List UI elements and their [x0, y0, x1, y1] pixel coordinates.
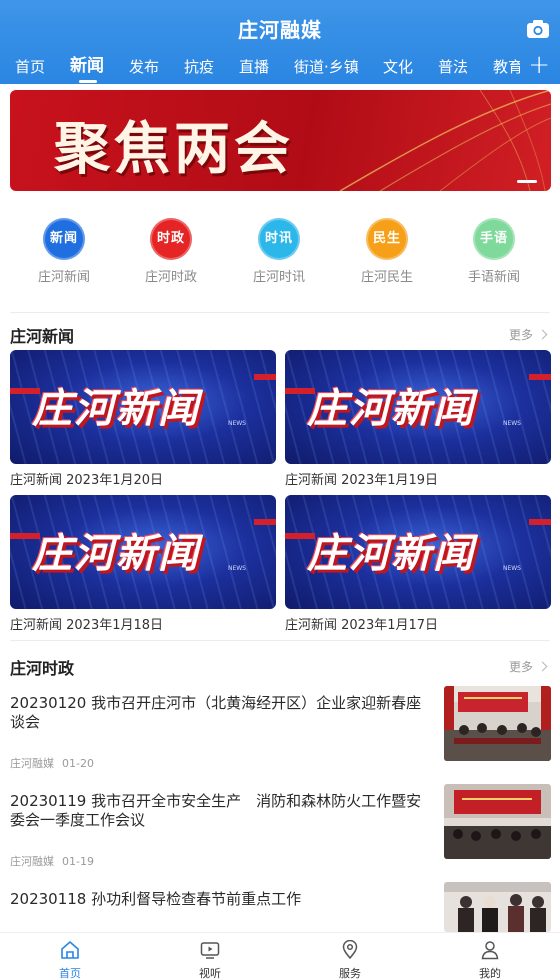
top-header: 庄河融媒 首页 新闻 发布 抗疫 直播 街道·乡镇 文化 普法 教育 + [0, 0, 560, 84]
more-label: 更多 [508, 328, 533, 342]
livelihood-icon: 民生 [366, 218, 408, 260]
nav-services[interactable]: 服务 [280, 933, 420, 980]
thumbnail-logo: 庄河新闻 [307, 385, 475, 432]
nav-mine[interactable]: 我的 [420, 933, 560, 980]
shortcut-label: 庄河时政 [144, 270, 197, 285]
thumbnail-tag: NEWS [502, 565, 521, 572]
article-meta: 庄河融媒 01-19 [10, 853, 94, 869]
article-title: 20230119 我市召开全市安全生产 消防和森林防火工作暨安委会一季度工作会议 [10, 792, 422, 829]
divider [10, 640, 550, 641]
article-title: 20230118 孙功利督导检查春节前重点工作 [10, 890, 302, 908]
thumbnail-logo: 庄河新闻 [32, 530, 200, 577]
nav-label: 视听 [199, 967, 221, 980]
app-title: 庄河融媒 [238, 18, 322, 42]
section-title-politics: 庄河时政 [10, 659, 75, 678]
shortcut-label: 手语新闻 [467, 270, 520, 285]
bulletin-icon: 时讯 [258, 218, 300, 260]
home-icon [61, 941, 79, 959]
article-item[interactable]: 20230119 我市召开全市安全生产 消防和森林防火工作暨安委会一季度工作会议… [10, 784, 551, 874]
section-title-news: 庄河新闻 [10, 327, 75, 346]
shortcut-label: 庄河时讯 [252, 270, 305, 285]
news-more-link[interactable]: 更多 [508, 326, 548, 343]
tab-home[interactable]: 首页 [15, 56, 45, 78]
article-source: 庄河融媒 [10, 757, 54, 770]
video-card[interactable]: 庄河新闻 NEWS 庄河新闻 2023年1月20日 [10, 350, 276, 488]
tab-culture[interactable]: 文化 [383, 56, 413, 78]
shortcut-zhuanghe-news[interactable]: 新闻 庄河新闻 [19, 218, 109, 285]
nav-label: 服务 [339, 967, 361, 980]
tab-law[interactable]: 普法 [438, 56, 468, 78]
app-root: { "header": { "title": "庄河融媒", "tabs": [… [0, 0, 560, 980]
politics-icon: 时政 [150, 218, 192, 260]
article-title: 20230120 我市召开庄河市（北黄海经开区）企业家迎新春座谈会 [10, 694, 422, 731]
video-card[interactable]: 庄河新闻 NEWS 庄河新闻 2023年1月17日 [285, 495, 551, 633]
tab-live[interactable]: 直播 [239, 56, 269, 78]
article-source: 庄河融媒 [10, 855, 54, 868]
tab-release[interactable]: 发布 [129, 56, 159, 78]
video-thumbnail: 庄河新闻 NEWS [10, 350, 276, 464]
nav-label: 首页 [59, 967, 81, 980]
shortcut-sign-language-news[interactable]: 手语 手语新闻 [449, 218, 539, 285]
location-icon [342, 939, 358, 960]
news-icon: 新闻 [43, 218, 85, 260]
shortcut-label: 庄河新闻 [37, 270, 90, 285]
sign-language-icon: 手语 [473, 218, 515, 260]
divider [10, 312, 550, 313]
politics-more-link[interactable]: 更多 [508, 658, 548, 675]
hero-banner[interactable]: 聚焦两会 [10, 90, 551, 191]
article-thumbnail [444, 686, 551, 761]
article-thumbnail [444, 882, 551, 932]
nav-audiovisual[interactable]: 视听 [140, 933, 280, 980]
article-date: 01-20 [62, 757, 94, 770]
article-item[interactable]: 20230120 我市召开庄河市（北黄海经开区）企业家迎新春座谈会 庄河融媒 01… [10, 686, 551, 776]
video-card[interactable]: 庄河新闻 NEWS 庄河新闻 2023年1月19日 [285, 350, 551, 488]
card-caption: 庄河新闻 2023年1月19日 [285, 473, 439, 488]
thumbnail-logo: 庄河新闻 [32, 385, 200, 432]
chevron-right-icon [537, 329, 548, 340]
article-thumbnail [444, 784, 551, 859]
card-caption: 庄河新闻 2023年1月18日 [10, 618, 164, 633]
thumbnail-tag: NEWS [227, 565, 246, 572]
nav-label: 我的 [479, 967, 501, 980]
camera-icon[interactable] [526, 18, 550, 40]
card-caption: 庄河新闻 2023年1月20日 [10, 473, 164, 488]
video-thumbnail: 庄河新闻 NEWS [285, 495, 551, 609]
article-date: 01-19 [62, 855, 94, 868]
chevron-right-icon [537, 661, 548, 672]
shortcut-zhuanghe-livelihood[interactable]: 民生 庄河民生 [342, 218, 432, 285]
channel-tabs: 首页 新闻 发布 抗疫 直播 街道·乡镇 文化 普法 教育 [0, 56, 520, 84]
tab-epidemic[interactable]: 抗疫 [184, 56, 214, 78]
video-thumbnail: 庄河新闻 NEWS [285, 350, 551, 464]
tab-news[interactable]: 新闻 [70, 56, 104, 77]
card-caption: 庄河新闻 2023年1月17日 [285, 618, 439, 633]
shortcut-zhuanghe-bulletin[interactable]: 时讯 庄河时讯 [234, 218, 324, 285]
tab-education[interactable]: 教育 [493, 56, 520, 78]
article-meta: 庄河融媒 01-20 [10, 755, 94, 771]
thumbnail-logo: 庄河新闻 [307, 530, 475, 577]
article-item[interactable]: 20230118 孙功利督导检查春节前重点工作 [10, 882, 551, 932]
plus-icon[interactable]: + [528, 52, 550, 78]
banner-title: 聚焦两会 [54, 116, 294, 182]
bottom-navigation: 首页 视听 服务 我的 [0, 932, 560, 980]
shortcut-zhuanghe-politics[interactable]: 时政 庄河时政 [126, 218, 216, 285]
video-card[interactable]: 庄河新闻 NEWS 庄河新闻 2023年1月18日 [10, 495, 276, 633]
more-label: 更多 [508, 660, 533, 674]
active-tab-indicator [79, 80, 97, 83]
thumbnail-tag: NEWS [502, 420, 521, 427]
shortcut-label: 庄河民生 [360, 270, 413, 285]
video-thumbnail: 庄河新闻 NEWS [10, 495, 276, 609]
tv-icon [200, 942, 220, 959]
user-icon [481, 941, 499, 960]
thumbnail-tag: NEWS [227, 420, 246, 427]
tab-streets-towns[interactable]: 街道·乡镇 [294, 56, 359, 78]
nav-home[interactable]: 首页 [0, 933, 140, 980]
carousel-indicator [517, 180, 537, 183]
